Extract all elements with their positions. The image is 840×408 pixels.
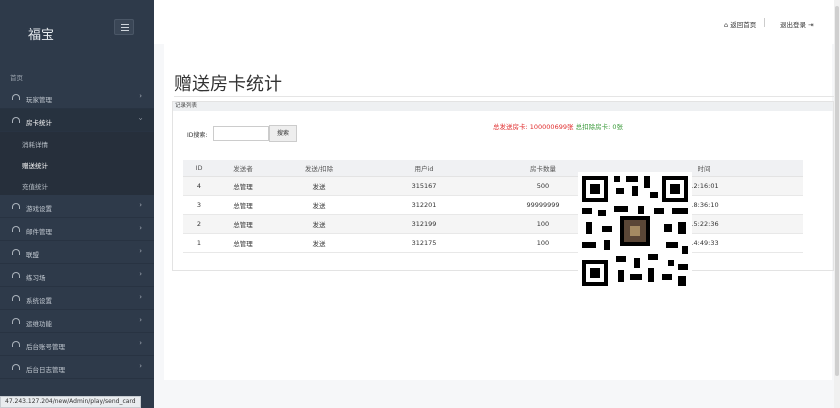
chevron-right-icon: › xyxy=(139,92,142,100)
sidebar: 福宝 首页 玩家管理 › 房卡统计 › 消耗详情 赠送统计 充值统计 游戏设置 ›… xyxy=(0,0,154,408)
main-area: ⌂ 返回首页 退出登录 ⇥ 赠送房卡统计 记录列表 ID搜索: 搜索 总发送房卡… xyxy=(154,0,840,408)
panel-title: 记录列表 xyxy=(173,102,833,111)
records-table: ID 发送者 发送/扣除 用户id 房卡数量 时间 4 总管理 发送 315167 50… xyxy=(183,160,803,253)
col-type: 发送/扣除 xyxy=(271,160,367,177)
content-card: 赠送房卡统计 记录列表 ID搜索: 搜索 总发送房卡: 100000699张 总… xyxy=(164,44,834,380)
sidebar-item-system-settings[interactable]: 系统设置 › xyxy=(0,287,154,310)
col-sender: 发送者 xyxy=(215,160,271,177)
gauge-icon xyxy=(12,203,20,209)
sidebar-item-ops[interactable]: 运维功能 › xyxy=(0,310,154,333)
table-row: 4 总管理 发送 315167 500 12:16:01 xyxy=(183,176,803,196)
gauge-icon xyxy=(12,318,20,324)
submenu-item-recharge[interactable]: 充值统计 xyxy=(0,174,154,195)
chevron-right-icon: › xyxy=(139,201,142,209)
logout-icon: ⇥ xyxy=(808,21,814,29)
topbar: ⌂ 返回首页 退出登录 ⇥ xyxy=(154,0,840,44)
search-button[interactable]: 搜索 xyxy=(269,125,297,142)
col-id: ID xyxy=(183,160,215,177)
hamburger-icon xyxy=(121,24,129,25)
gauge-icon xyxy=(12,295,20,301)
gauge-icon xyxy=(12,94,20,100)
chevron-right-icon: › xyxy=(139,224,142,232)
submenu: 消耗详情 赠送统计 充值统计 xyxy=(0,132,154,195)
chevron-right-icon: › xyxy=(139,339,142,347)
sidebar-item-mail[interactable]: 邮件管理 › xyxy=(0,218,154,241)
sidebar-item-card-stats[interactable]: 房卡统计 › xyxy=(0,109,154,132)
chevron-right-icon: › xyxy=(139,362,142,370)
search-label: ID搜索: xyxy=(187,132,208,139)
brand: 福宝 xyxy=(0,0,154,66)
submenu-item-consume[interactable]: 消耗详情 xyxy=(0,132,154,153)
table-header-row: ID 发送者 发送/扣除 用户id 房卡数量 时间 xyxy=(183,160,803,177)
topbar-divider xyxy=(764,18,765,27)
chevron-right-icon: › xyxy=(139,270,142,278)
gauge-icon xyxy=(12,226,20,232)
sidebar-item-game-settings[interactable]: 游戏设置 › xyxy=(0,195,154,218)
gauge-icon xyxy=(12,272,20,278)
chevron-right-icon: › xyxy=(139,293,142,301)
total-sent-stat: 总发送房卡: 100000699张 xyxy=(493,123,574,131)
card-stats: 总发送房卡: 100000699张 总扣除房卡: 0张 xyxy=(493,121,623,131)
gauge-icon xyxy=(12,364,20,370)
brand-name: 福宝 xyxy=(28,28,55,43)
qr-code-icon xyxy=(578,172,692,290)
qr-code-image xyxy=(578,172,692,330)
total-deducted-stat: 总扣除房卡: 0张 xyxy=(575,123,623,131)
gauge-icon xyxy=(12,249,20,255)
title-divider xyxy=(174,96,834,97)
sidebar-item-practice[interactable]: 练习场 › xyxy=(0,264,154,287)
chevron-down-icon: › xyxy=(136,117,145,121)
table-row: 1 总管理 发送 312175 100 14:49:33 xyxy=(183,233,803,253)
menu-toggle-button[interactable] xyxy=(114,19,134,35)
id-search-input[interactable] xyxy=(213,126,269,141)
gauge-icon xyxy=(12,117,20,123)
sidebar-item-player-management[interactable]: 玩家管理 › xyxy=(0,86,154,109)
sidebar-section-home[interactable]: 首页 xyxy=(10,72,23,82)
home-icon: ⌂ xyxy=(724,21,729,29)
records-panel: 记录列表 ID搜索: 搜索 总发送房卡: 100000699张 总扣除房卡: 0… xyxy=(172,101,834,271)
sidebar-nav: 玩家管理 › 房卡统计 › 消耗详情 赠送统计 充值统计 游戏设置 › 邮件管理 ›… xyxy=(0,86,154,379)
logout-link[interactable]: 退出登录 ⇥ xyxy=(780,19,814,29)
sidebar-item-admin-logs[interactable]: 后台日志管理 › xyxy=(0,356,154,379)
home-link[interactable]: ⌂ 返回首页 xyxy=(724,19,756,29)
submenu-item-gift[interactable]: 赠送统计 xyxy=(0,153,154,174)
sidebar-item-alliance[interactable]: 联盟 › xyxy=(0,241,154,264)
status-bar-url: 47.243.127.204/new/Admin/play/send_card xyxy=(0,396,141,408)
sidebar-item-admin-accounts[interactable]: 后台账号管理 › xyxy=(0,333,154,356)
table-row: 3 总管理 发送 312201 99999999 18:36:10 xyxy=(183,195,803,215)
page-title: 赠送房卡统计 xyxy=(174,74,282,95)
col-user-id: 用户id xyxy=(367,160,481,177)
gauge-icon xyxy=(12,341,20,347)
scrollbar-thumb[interactable] xyxy=(835,6,839,376)
table-row: 2 总管理 发送 312199 100 15:22:36 xyxy=(183,214,803,234)
chevron-right-icon: › xyxy=(139,247,142,255)
chevron-right-icon: › xyxy=(139,316,142,324)
